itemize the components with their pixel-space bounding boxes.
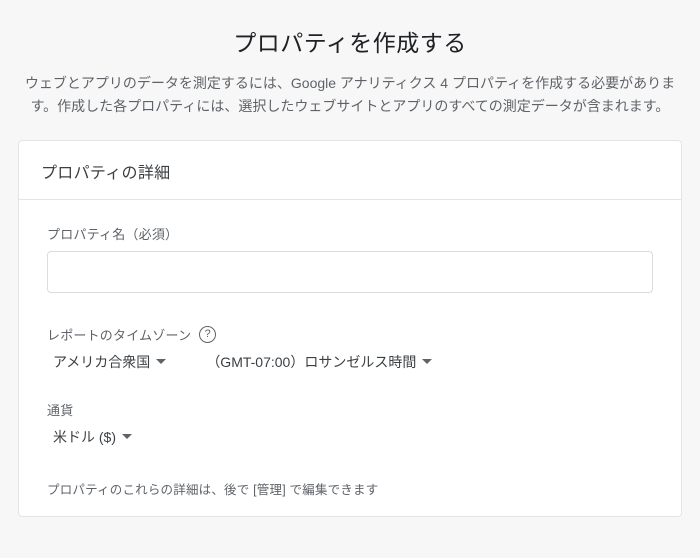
- help-icon[interactable]: ?: [199, 326, 216, 343]
- property-details-card: プロパティの詳細 プロパティ名（必須） レポートのタイムゾーン ? アメリカ合衆…: [18, 140, 682, 517]
- currency-value: 米ドル ($): [53, 427, 116, 447]
- currency-field: 通貨 米ドル ($): [47, 400, 653, 447]
- chevron-down-icon: [422, 359, 432, 365]
- timezone-label: レポートのタイムゾーン: [47, 325, 191, 344]
- chevron-down-icon: [156, 359, 166, 365]
- page-description: ウェブとアプリのデータを測定するには、Google アナリティクス 4 プロパテ…: [18, 72, 682, 118]
- chevron-down-icon: [122, 434, 132, 440]
- currency-label: 通貨: [47, 400, 653, 419]
- card-header: プロパティの詳細: [19, 141, 681, 200]
- property-name-field: プロパティ名（必須）: [47, 224, 653, 293]
- timezone-zone-value: （GMT-07:00）ロサンゼルス時間: [206, 352, 416, 372]
- timezone-zone-select[interactable]: （GMT-07:00）ロサンゼルス時間: [206, 352, 432, 372]
- property-name-input[interactable]: [47, 251, 653, 293]
- timezone-country-select[interactable]: アメリカ合衆国: [53, 352, 166, 372]
- timezone-country-value: アメリカ合衆国: [53, 352, 150, 372]
- page-title: プロパティを作成する: [18, 24, 682, 58]
- timezone-field: レポートのタイムゾーン ? アメリカ合衆国 （GMT-07:00）ロサンゼルス時…: [47, 325, 653, 372]
- edit-later-hint: プロパティのこれらの詳細は、後で [管理] で編集できます: [47, 479, 653, 498]
- currency-select[interactable]: 米ドル ($): [53, 427, 132, 447]
- property-name-label: プロパティ名（必須）: [47, 224, 653, 243]
